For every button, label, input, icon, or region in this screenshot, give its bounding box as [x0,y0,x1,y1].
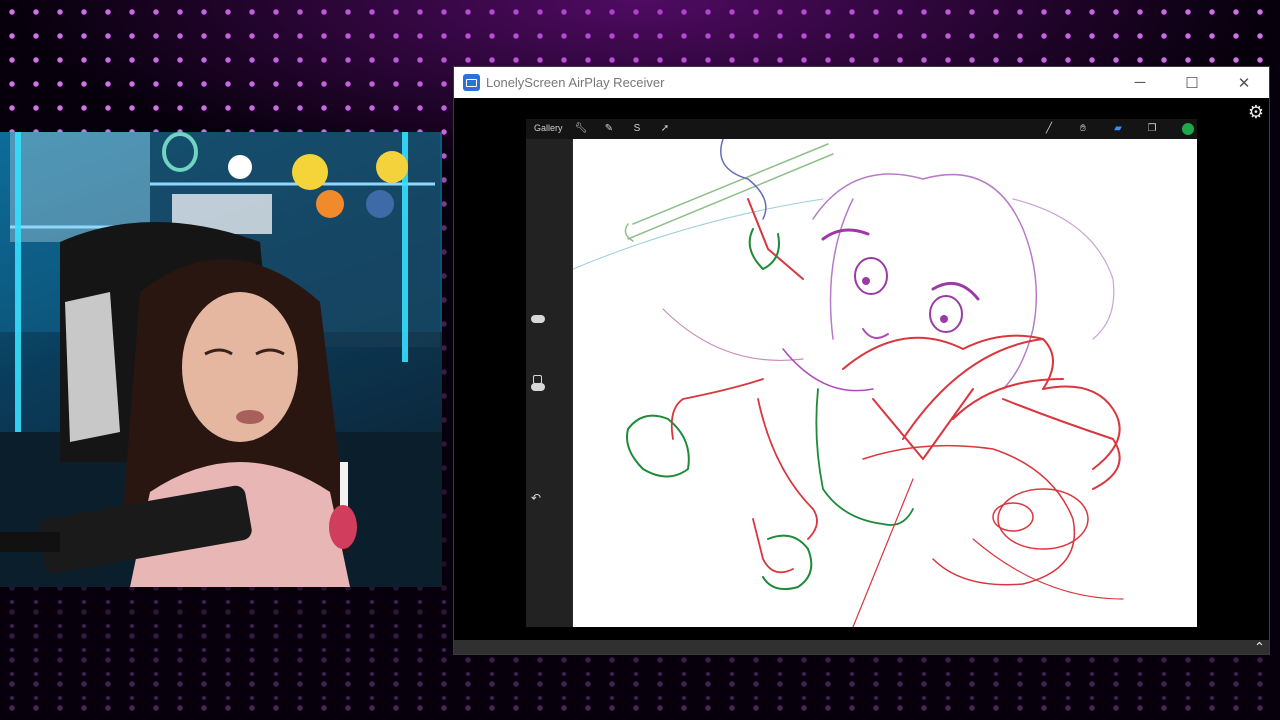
eraser-icon[interactable]: ▰ [1111,122,1125,136]
mirrored-ipad-screen[interactable]: Gallery 🔧︎ ✎ S ➚ ╱ ✋︎ ▰ ❐ ↶ [526,119,1197,627]
transform-icon[interactable]: ➚ [658,122,672,136]
minimize-button[interactable]: ─ [1117,67,1163,98]
layers-icon[interactable]: ❐ [1145,122,1159,136]
expand-chevron-icon[interactable]: ⌄ [1254,638,1265,654]
maximize-button[interactable]: ☐ [1169,67,1215,98]
airplay-receiver-window[interactable]: LonelyScreen AirPlay Receiver ─ ☐ ✕ ⚙ Ga… [453,66,1270,655]
sketch-drawing [573,139,1124,627]
color-swatch[interactable] [1182,123,1194,135]
opacity-slider[interactable] [531,383,545,391]
title-bar[interactable]: LonelyScreen AirPlay Receiver ─ ☐ ✕ [454,67,1269,98]
window-title: LonelyScreen AirPlay Receiver [486,75,665,90]
app-icon [463,74,480,91]
close-button[interactable]: ✕ [1221,67,1267,98]
undo-icon[interactable]: ↶ [531,491,541,505]
webcam-feed [0,132,442,587]
brush-icon[interactable]: ╱ [1042,122,1056,136]
wrench-icon[interactable]: 🔧︎ [574,122,588,136]
drawing-canvas[interactable] [573,139,1197,627]
window-bottom-bar [454,640,1269,654]
smudge-icon[interactable]: ✋︎ [1076,122,1090,136]
procreate-sidebar: ↶ [526,139,572,627]
procreate-toolbar: Gallery 🔧︎ ✎ S ➚ ╱ ✋︎ ▰ ❐ [526,119,1197,139]
gallery-button[interactable]: Gallery [534,123,563,133]
settings-gear-icon[interactable]: ⚙ [1247,103,1265,121]
selection-icon[interactable]: S [630,122,644,136]
brush-size-slider[interactable] [531,315,545,323]
adjustments-icon[interactable]: ✎ [602,122,616,136]
webcam-scene [0,132,442,587]
